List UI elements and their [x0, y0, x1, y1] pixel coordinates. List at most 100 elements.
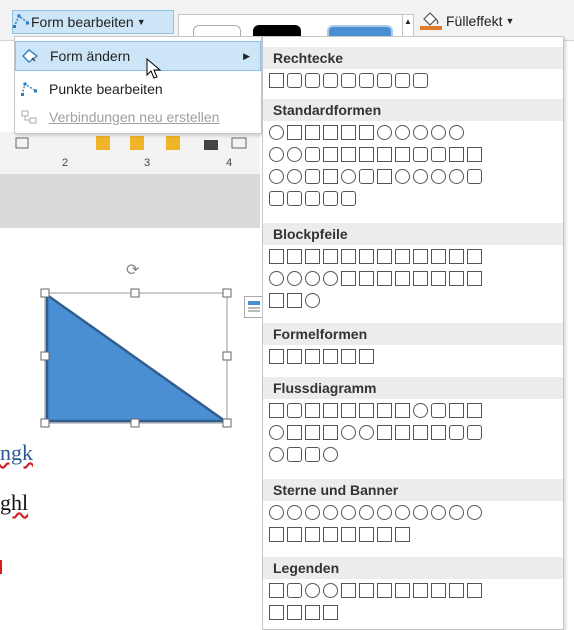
flowchart-predefined-process-shape[interactable]	[341, 403, 356, 418]
flowchart-card-shape[interactable]	[305, 425, 320, 440]
resize-handle[interactable]	[222, 288, 232, 298]
flowchart-connector-shape[interactable]	[269, 425, 284, 440]
explosion-shape[interactable]	[287, 505, 302, 520]
cloud-callout-shape[interactable]	[323, 583, 338, 598]
menu-item-change-shape[interactable]: Form ändern ▶	[15, 41, 261, 71]
ribbon-shape[interactable]	[269, 527, 284, 542]
quad-arrow-shape[interactable]	[377, 249, 392, 264]
explosion-shape[interactable]	[269, 505, 284, 520]
round-rectangle-shape[interactable]	[413, 73, 428, 88]
star-8-shape[interactable]	[377, 505, 392, 520]
oval-shape[interactable]	[269, 125, 284, 140]
pentagon-arrow-shape[interactable]	[377, 271, 392, 286]
star-32-shape[interactable]	[467, 505, 482, 520]
folded-corner-shape[interactable]	[323, 169, 338, 184]
rotate-handle-icon[interactable]: ⟳	[126, 260, 139, 280]
pentagon-shape[interactable]	[377, 125, 392, 140]
u-turn-arrow-shape[interactable]	[431, 249, 446, 264]
flowchart-internal-storage-shape[interactable]	[359, 403, 374, 418]
resize-handle[interactable]	[40, 288, 50, 298]
line-callout-shape[interactable]	[377, 583, 392, 598]
star-16-shape[interactable]	[431, 505, 446, 520]
right-brace-shape[interactable]	[341, 191, 356, 206]
left-up-arrow-shape[interactable]	[449, 249, 464, 264]
plaque-shape[interactable]	[413, 147, 428, 162]
flowchart-punched-tape-shape[interactable]	[323, 425, 338, 440]
down-arrow-callout-shape[interactable]	[431, 271, 446, 286]
star-7-shape[interactable]	[359, 505, 374, 520]
flowchart-delay-shape[interactable]	[467, 425, 482, 440]
equal-shape[interactable]	[341, 349, 356, 364]
curved-right-arrow-shape[interactable]	[269, 271, 284, 286]
donut-shape[interactable]	[269, 169, 284, 184]
cloud-shape[interactable]	[431, 169, 446, 184]
wave-shape[interactable]	[377, 527, 392, 542]
down-arrow-shape[interactable]	[323, 249, 338, 264]
flowchart-multidocument-shape[interactable]	[395, 403, 410, 418]
cube-shape[interactable]	[449, 147, 464, 162]
curved-ribbon-shape[interactable]	[305, 527, 320, 542]
menu-item-edit-points[interactable]: Punkte bearbeiten	[15, 75, 261, 103]
trapezoid-shape[interactable]	[341, 125, 356, 140]
chevron-shape[interactable]	[395, 271, 410, 286]
flowchart-manual-operation-shape[interactable]	[467, 403, 482, 418]
flowchart-manual-input-shape[interactable]	[449, 403, 464, 418]
parallelogram-shape[interactable]	[323, 125, 338, 140]
line-callout-shape[interactable]	[305, 605, 320, 620]
heart-shape[interactable]	[359, 169, 374, 184]
star-4-shape[interactable]	[305, 505, 320, 520]
flowchart-sort-shape[interactable]	[395, 425, 410, 440]
flowchart-display-shape[interactable]	[323, 447, 338, 462]
flowchart-extract-shape[interactable]	[413, 425, 428, 440]
minus-shape[interactable]	[287, 349, 302, 364]
left-right-arrow-callout-shape[interactable]	[269, 293, 284, 308]
left-right-up-arrow-shape[interactable]	[395, 249, 410, 264]
flowchart-or-shape[interactable]	[359, 425, 374, 440]
lightning-bolt-shape[interactable]	[377, 169, 392, 184]
selected-triangle-shape[interactable]	[36, 284, 236, 430]
line-callout-shape[interactable]	[467, 583, 482, 598]
flowchart-process-shape[interactable]	[269, 403, 284, 418]
up-arrow-shape[interactable]	[305, 249, 320, 264]
horizontal-scroll-shape[interactable]	[359, 527, 374, 542]
round-rectangle-shape[interactable]	[377, 73, 392, 88]
curved-down-arrow-shape[interactable]	[323, 271, 338, 286]
line-callout-shape[interactable]	[449, 583, 464, 598]
snip-rectangle-shape[interactable]	[305, 73, 320, 88]
triangle-fill[interactable]	[45, 292, 229, 423]
rounded-rectangle-shape[interactable]	[287, 73, 302, 88]
curved-ribbon-shape[interactable]	[323, 527, 338, 542]
diamond-shape[interactable]	[359, 125, 374, 140]
layout-options-icon[interactable]	[244, 296, 264, 318]
can-shape[interactable]	[431, 147, 446, 162]
flowchart-merge-shape[interactable]	[431, 425, 446, 440]
curved-left-arrow-shape[interactable]	[287, 271, 302, 286]
right-arrow-callout-shape[interactable]	[413, 271, 428, 286]
left-bracket-shape[interactable]	[287, 191, 302, 206]
flowchart-direct-access-storage-shape[interactable]	[305, 447, 320, 462]
bent-up-arrow-shape[interactable]	[467, 249, 482, 264]
half-frame-shape[interactable]	[341, 147, 356, 162]
star-6-shape[interactable]	[341, 505, 356, 520]
resize-handle[interactable]	[40, 418, 50, 428]
diagonal-stripe-shape[interactable]	[377, 147, 392, 162]
snip-rectangle-shape[interactable]	[323, 73, 338, 88]
rectangular-callout-shape[interactable]	[269, 583, 284, 598]
multiply-shape[interactable]	[305, 349, 320, 364]
resize-handle[interactable]	[40, 351, 50, 361]
flowchart-summing-junction-shape[interactable]	[341, 425, 356, 440]
left-right-arrow-shape[interactable]	[341, 249, 356, 264]
resize-handle[interactable]	[222, 351, 232, 361]
smiley-face-shape[interactable]	[341, 169, 356, 184]
arc-shape[interactable]	[449, 169, 464, 184]
up-down-arrow-shape[interactable]	[359, 249, 374, 264]
up-arrow-callout-shape[interactable]	[467, 271, 482, 286]
right-arrow-shape[interactable]	[269, 249, 284, 264]
oval-callout-shape[interactable]	[305, 583, 320, 598]
flowchart-stored-data-shape[interactable]	[449, 425, 464, 440]
left-arrow-shape[interactable]	[287, 249, 302, 264]
frame-shape[interactable]	[323, 147, 338, 162]
curved-up-arrow-shape[interactable]	[305, 271, 320, 286]
l-shape[interactable]	[359, 147, 374, 162]
double-wave-shape[interactable]	[395, 527, 410, 542]
